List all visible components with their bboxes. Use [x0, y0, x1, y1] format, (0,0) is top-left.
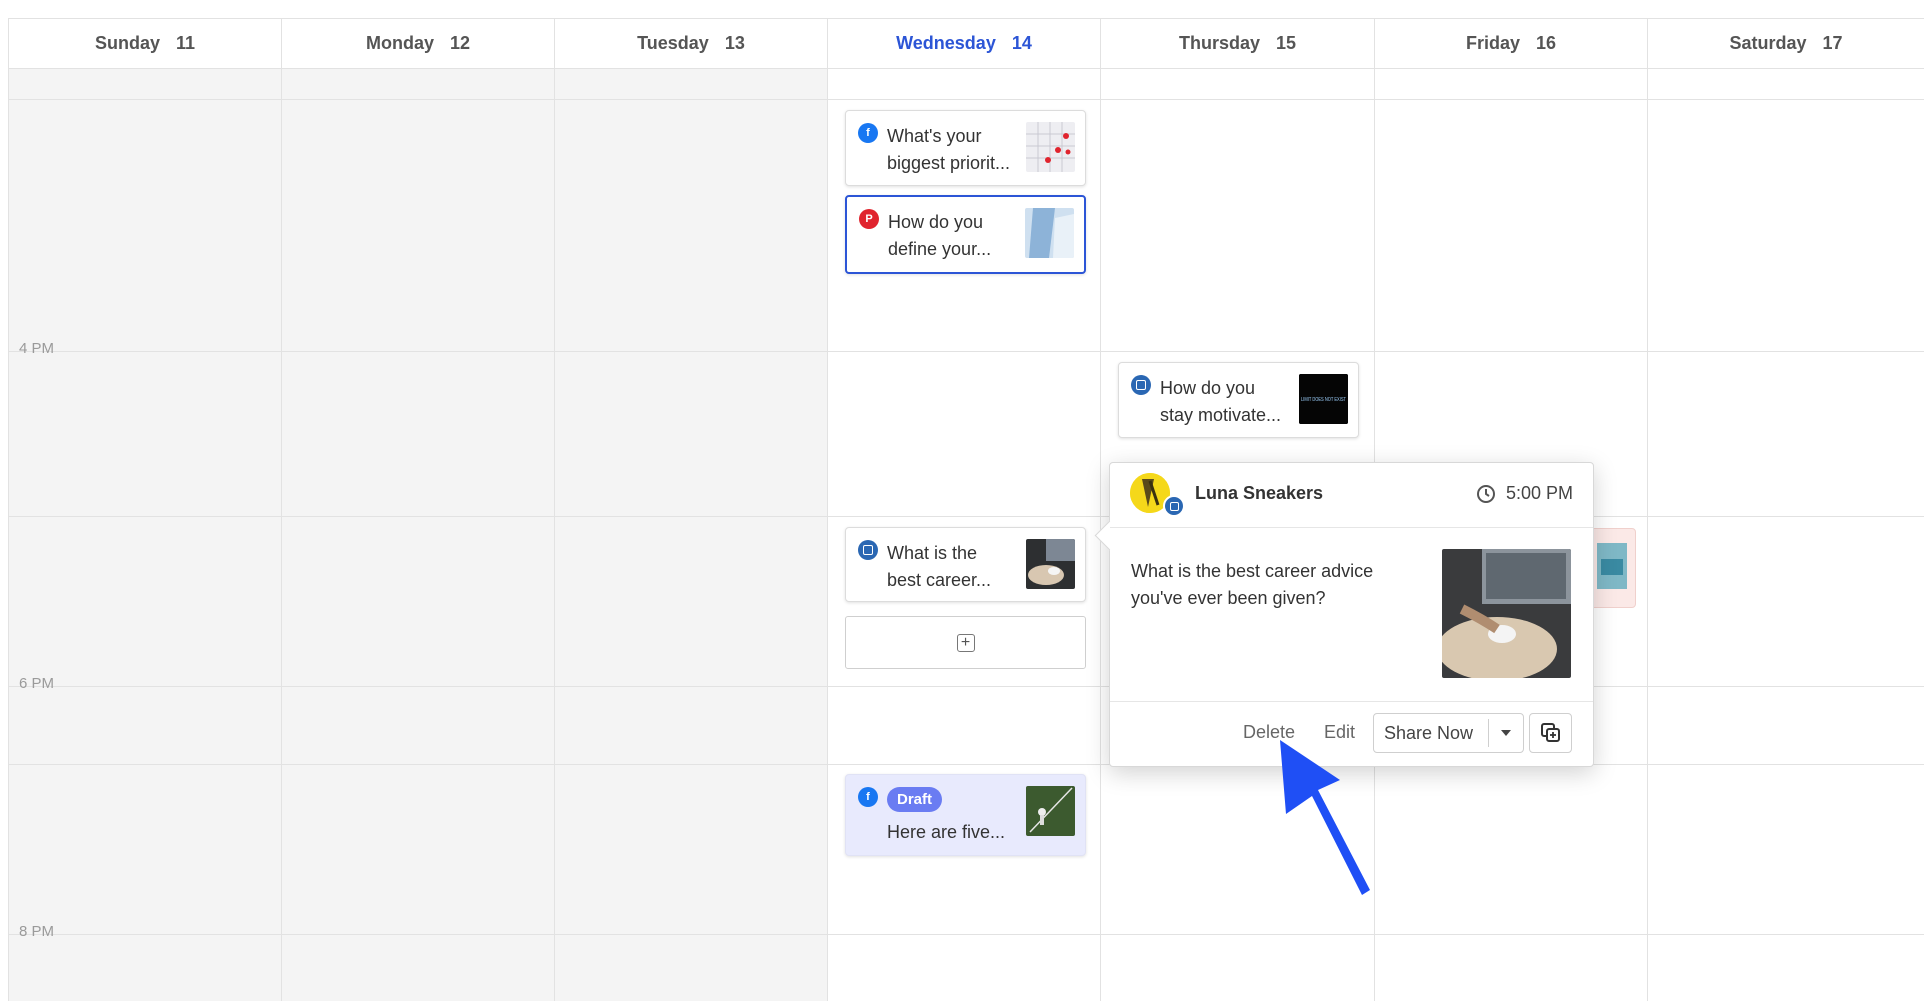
post-thumbnail — [1025, 208, 1074, 258]
day-header-sunday[interactable]: Sunday 11 — [9, 19, 282, 68]
day-column-tuesday[interactable] — [555, 19, 828, 1001]
day-header-friday[interactable]: Friday 16 — [1375, 19, 1648, 68]
post-card[interactable]: What is the best career... — [845, 527, 1086, 602]
time-label-8pm: 8 PM — [19, 923, 55, 940]
clock-icon — [1476, 484, 1495, 503]
post-card[interactable]: How do you stay motivate... LIMIT DOES NO… — [1118, 362, 1359, 438]
day-header-tuesday[interactable]: Tuesday 13 — [555, 19, 828, 68]
share-now-button[interactable]: Share Now — [1374, 723, 1488, 744]
post-preview-text: What's your biggest priorit... — [887, 126, 1011, 173]
post-card-selected[interactable]: P How do you define your... — [845, 195, 1086, 274]
scheduled-time-text: 5:00 PM — [1505, 483, 1573, 503]
hour-line — [9, 934, 1924, 935]
linkedin-icon — [1163, 495, 1185, 517]
post-thumbnail — [1026, 539, 1075, 589]
duplicate-icon — [1540, 723, 1560, 742]
post-thumbnail — [1026, 122, 1075, 172]
scheduled-time: 5:00 PM — [1476, 483, 1573, 504]
day-column-sunday[interactable] — [9, 19, 282, 1001]
post-card[interactable]: f What's your biggest priorit... — [845, 110, 1086, 186]
post-preview-text: How do you define your... — [888, 212, 992, 259]
share-now-split-button: Share Now — [1373, 713, 1524, 753]
post-preview-popup: Luna Sneakers 5:00 PM What is the best c… — [1094, 462, 1594, 767]
post-text: What is the best career advice you've ev… — [1131, 561, 1374, 608]
popup-header: Luna Sneakers 5:00 PM — [1110, 463, 1593, 528]
linkedin-icon — [1131, 375, 1151, 395]
draft-badge: Draft — [887, 787, 943, 812]
pointer-arrow-annotation — [1280, 740, 1370, 895]
hour-line — [9, 99, 1924, 100]
thumbnail-caption: LIMIT DOES NOT EXIST — [1301, 397, 1346, 403]
post-card-draft[interactable]: f Draft Here are five... — [845, 774, 1086, 856]
time-label-4pm: 4 PM — [19, 340, 55, 357]
post-preview-text: How do you stay motivate... — [1160, 378, 1282, 425]
day-header-saturday[interactable]: Saturday 17 — [1648, 19, 1924, 68]
time-label-6pm: 6 PM — [19, 675, 55, 692]
chevron-down-icon — [1500, 730, 1511, 736]
post-preview-text: What is the best career... — [887, 543, 992, 590]
facebook-icon: f — [858, 787, 878, 807]
week-header: Sunday 11 Monday 12 Tuesday 13 Wednesday 14 … — [9, 19, 1924, 69]
facebook-icon: f — [858, 123, 878, 143]
day-header-thursday[interactable]: Thursday 15 — [1101, 19, 1375, 68]
add-post-slot[interactable]: + — [845, 616, 1086, 669]
post-thumbnail: LIMIT DOES NOT EXIST — [1299, 374, 1348, 424]
day-column-monday[interactable] — [282, 19, 555, 1001]
linkedin-icon — [858, 540, 878, 560]
day-header-wednesday[interactable]: Wednesday 14 — [828, 19, 1101, 68]
hour-line — [9, 686, 1924, 687]
plus-icon: + — [956, 633, 975, 652]
post-thumbnail — [1026, 786, 1075, 836]
hour-line — [9, 516, 1924, 517]
duplicate-button[interactable] — [1529, 713, 1572, 753]
pinterest-icon: P — [859, 209, 879, 229]
day-column-saturday[interactable] — [1648, 19, 1924, 1001]
hour-line — [9, 764, 1924, 765]
share-options-dropdown[interactable] — [1488, 730, 1523, 736]
post-preview-text: Here are five... — [887, 822, 1006, 842]
account-name: Luna Sneakers — [1195, 483, 1324, 503]
day-header-monday[interactable]: Monday 12 — [282, 19, 555, 68]
hour-line — [9, 351, 1924, 352]
post-image — [1442, 549, 1571, 678]
